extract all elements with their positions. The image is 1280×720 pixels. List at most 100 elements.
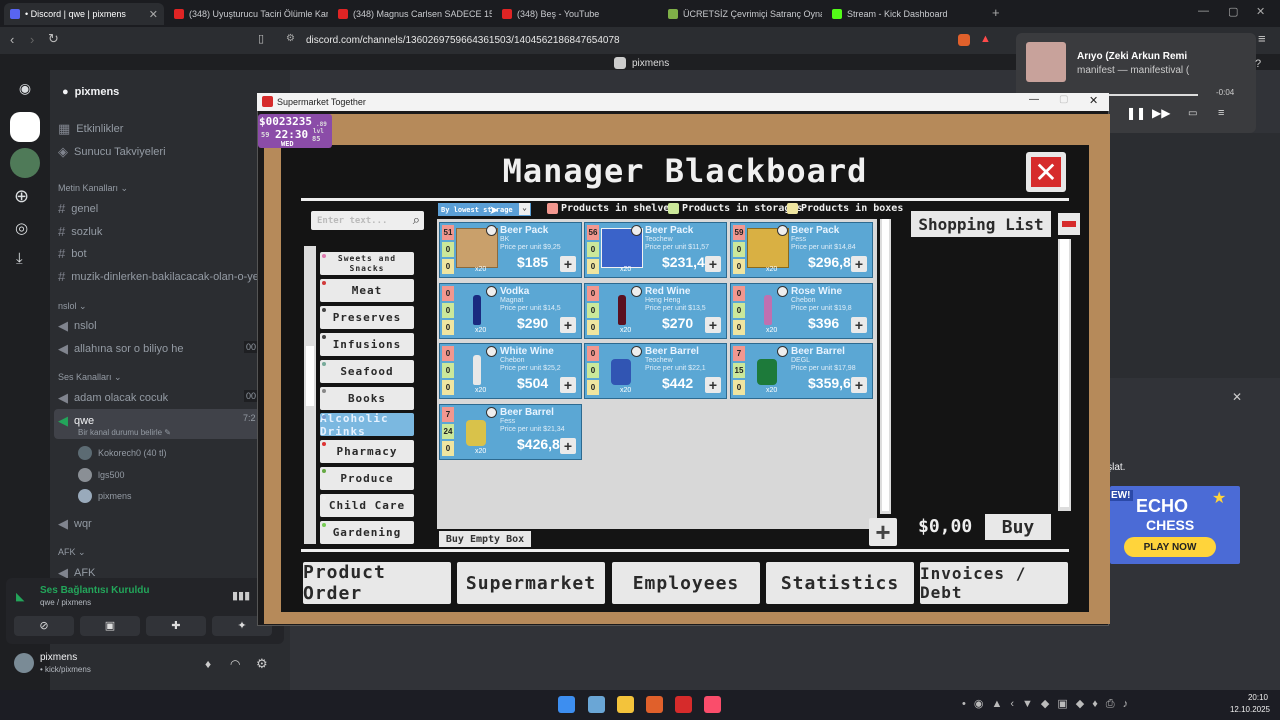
tab-invoices-debt[interactable]: Invoices / Debt bbox=[920, 562, 1068, 604]
close-window-icon[interactable]: ✕ bbox=[1089, 94, 1098, 107]
category-scrollbar[interactable] bbox=[304, 246, 316, 544]
category-button[interactable]: Pharmacy bbox=[320, 440, 414, 464]
queue-icon[interactable]: ≡ bbox=[1218, 107, 1224, 119]
category-voice[interactable]: Ses Kanalları ⌄ bbox=[58, 372, 122, 383]
file-explorer-icon[interactable] bbox=[617, 696, 634, 713]
product-card[interactable]: 7 15 0 Beer Barrel DEGL Price per unit $17,98… bbox=[730, 343, 873, 399]
product-scrollbar[interactable] bbox=[880, 219, 891, 514]
category-text[interactable]: Metin Kanalları ⌄ bbox=[58, 183, 128, 194]
help-icon[interactable]: ? bbox=[1255, 58, 1261, 70]
add-to-list-button[interactable]: + bbox=[851, 377, 867, 393]
back-icon[interactable]: ‹ bbox=[10, 32, 14, 47]
voice-connected-sub[interactable]: qwe / pixmens bbox=[40, 598, 91, 607]
eye-icon[interactable] bbox=[631, 286, 642, 297]
sort-dropdown[interactable]: By lowest storage ⌄ bbox=[438, 203, 531, 216]
eye-icon[interactable] bbox=[777, 225, 788, 236]
category-button[interactable]: Child Care bbox=[320, 494, 414, 518]
add-to-list-button[interactable]: + bbox=[705, 256, 721, 272]
voice-user[interactable]: lgs500 bbox=[78, 468, 125, 482]
category-nslol[interactable]: nslol ⌄ bbox=[58, 301, 87, 312]
reload-icon[interactable]: ↻ bbox=[48, 31, 59, 47]
voice-channel-wqr[interactable]: ◀ wqr bbox=[58, 516, 268, 532]
add-to-list-button[interactable]: + bbox=[851, 256, 867, 272]
add-to-list-button[interactable]: + bbox=[560, 256, 576, 272]
category-button[interactable]: Meat bbox=[320, 278, 414, 302]
channel-status[interactable]: Bir kanal durumu belirle ✎ bbox=[78, 428, 171, 437]
tab-chess[interactable]: ÜCRETSİZ Çevrimiçi Satranç Oynayın bbox=[662, 3, 822, 25]
browser-menu-icon[interactable]: ≡ bbox=[1258, 31, 1266, 46]
tab-kick[interactable]: Stream - Kick Dashboard bbox=[826, 3, 986, 25]
lyrics-icon[interactable]: ▭ bbox=[1188, 108, 1197, 119]
product-card[interactable]: 56 0 0 Beer Pack Teochew Price per unit $11,5… bbox=[584, 222, 727, 278]
category-afk[interactable]: AFK ⌄ bbox=[58, 547, 86, 558]
voice-channel-allahina[interactable]: ◀ allahına sor o biliyo he bbox=[58, 341, 238, 357]
widgets-icon[interactable] bbox=[588, 696, 605, 713]
eye-icon[interactable] bbox=[631, 346, 642, 357]
tab-employees[interactable]: Employees bbox=[612, 562, 760, 604]
minimize-icon[interactable]: — bbox=[1198, 5, 1209, 17]
voice-channel-nslol[interactable]: ◀ nslol bbox=[58, 318, 268, 334]
eye-icon[interactable] bbox=[486, 286, 497, 297]
category-button[interactable]: Seafood bbox=[320, 359, 414, 383]
supermarket-game-icon[interactable] bbox=[675, 696, 692, 713]
scroll-thumb[interactable] bbox=[1060, 239, 1069, 507]
server-2-icon[interactable] bbox=[10, 148, 40, 178]
add-to-list-button[interactable]: + bbox=[560, 377, 576, 393]
boosts-item[interactable]: ◈ Sunucu Takviyeleri bbox=[58, 144, 268, 160]
explore-icon[interactable]: ◎ bbox=[15, 219, 28, 237]
minimize-icon[interactable]: — bbox=[1029, 94, 1039, 105]
pause-icon[interactable]: ❚❚ bbox=[1126, 106, 1146, 120]
product-card[interactable]: 59 0 0 Beer Pack Fess Price per unit $14,84 $2… bbox=[730, 222, 873, 278]
add-to-list-button[interactable]: + bbox=[705, 317, 721, 333]
close-board-button[interactable]: ✕ bbox=[1026, 152, 1066, 192]
add-to-list-button[interactable]: + bbox=[560, 438, 576, 454]
product-card[interactable]: 0 0 0 Vodka Magnat Price per unit $14,5 $290 x2… bbox=[439, 283, 582, 339]
channel-sozluk[interactable]: # sozluk bbox=[58, 224, 268, 239]
url-field[interactable]: ⚙ discord.com/channels/13602697596643615… bbox=[280, 31, 1000, 50]
avatar[interactable] bbox=[14, 653, 34, 673]
maximize-icon[interactable]: ▢ bbox=[1228, 5, 1238, 18]
product-card[interactable]: 0 0 0 White Wine Chebon Price per unit $25,2 $… bbox=[439, 343, 582, 399]
bookmark-icon[interactable]: ▯ bbox=[258, 32, 264, 45]
scroll-thumb[interactable] bbox=[306, 346, 314, 406]
download-icon[interactable]: ⤓ bbox=[16, 250, 23, 267]
forward-icon[interactable]: › bbox=[30, 32, 34, 47]
noise-suppression-icon[interactable]: ▮▮▮ bbox=[232, 589, 250, 602]
brave-browser-icon[interactable] bbox=[646, 696, 663, 713]
user-settings-gear-icon[interactable]: ⚙ bbox=[256, 656, 268, 672]
shopping-list-scrollbar[interactable] bbox=[1058, 239, 1071, 511]
voice-user[interactable]: Kokorech0 (40 tl) bbox=[78, 446, 167, 460]
buy-button[interactable]: Buy bbox=[985, 514, 1051, 540]
channel-bot[interactable]: # bot bbox=[58, 246, 268, 261]
discord-home-icon[interactable]: ◉ bbox=[12, 80, 38, 100]
tab-product-order[interactable]: Product Order bbox=[303, 562, 451, 604]
category-button[interactable]: Preserves bbox=[320, 305, 414, 329]
camera-off-button[interactable]: ⊘ bbox=[14, 616, 74, 636]
product-card[interactable]: 7 24 0 Beer Barrel Fess Price per unit $21,34… bbox=[439, 404, 582, 460]
category-button[interactable]: Infusions bbox=[320, 332, 414, 356]
product-card[interactable]: 51 0 0 Beer Pack BK Price per unit $9,25 $185 x… bbox=[439, 222, 582, 278]
voice-user[interactable]: pixmens bbox=[78, 489, 132, 503]
tab-youtube-3[interactable]: (348) Beş - YouTube bbox=[496, 3, 656, 25]
eye-icon[interactable] bbox=[486, 346, 497, 357]
category-button[interactable]: Books bbox=[320, 386, 414, 410]
category-button[interactable]: Produce bbox=[320, 467, 414, 491]
system-tray-icons[interactable]: •◉▲‹▼◆▣◆♦⎙♪ bbox=[962, 697, 1136, 711]
category-button[interactable]: Sweets and Snacks bbox=[320, 252, 414, 275]
eye-icon[interactable] bbox=[631, 225, 642, 236]
music-app-icon[interactable] bbox=[704, 696, 721, 713]
eye-icon[interactable] bbox=[777, 286, 788, 297]
voice-channel-adam[interactable]: ◀ adam olacak cocuk bbox=[58, 390, 238, 406]
add-to-list-button[interactable]: + bbox=[851, 317, 867, 333]
eye-icon[interactable] bbox=[486, 407, 497, 418]
clear-list-button[interactable] bbox=[1058, 213, 1080, 235]
clock-date[interactable]: 12.10.2025 bbox=[1226, 705, 1270, 714]
add-product-button[interactable]: + bbox=[869, 517, 897, 547]
product-card[interactable]: 0 0 0 Red Wine Heng Heng Price per unit $13,5… bbox=[584, 283, 727, 339]
voice-channel-qwe[interactable]: ◀ qwe bbox=[58, 413, 238, 429]
close-panel-icon[interactable]: ✕ bbox=[1232, 390, 1242, 404]
user-name[interactable]: pixmens bbox=[40, 652, 77, 663]
buy-empty-box-button[interactable]: Buy Empty Box bbox=[439, 531, 531, 547]
events-item[interactable]: ▦ Etkinlikler bbox=[58, 121, 268, 137]
eye-icon[interactable] bbox=[777, 346, 788, 357]
